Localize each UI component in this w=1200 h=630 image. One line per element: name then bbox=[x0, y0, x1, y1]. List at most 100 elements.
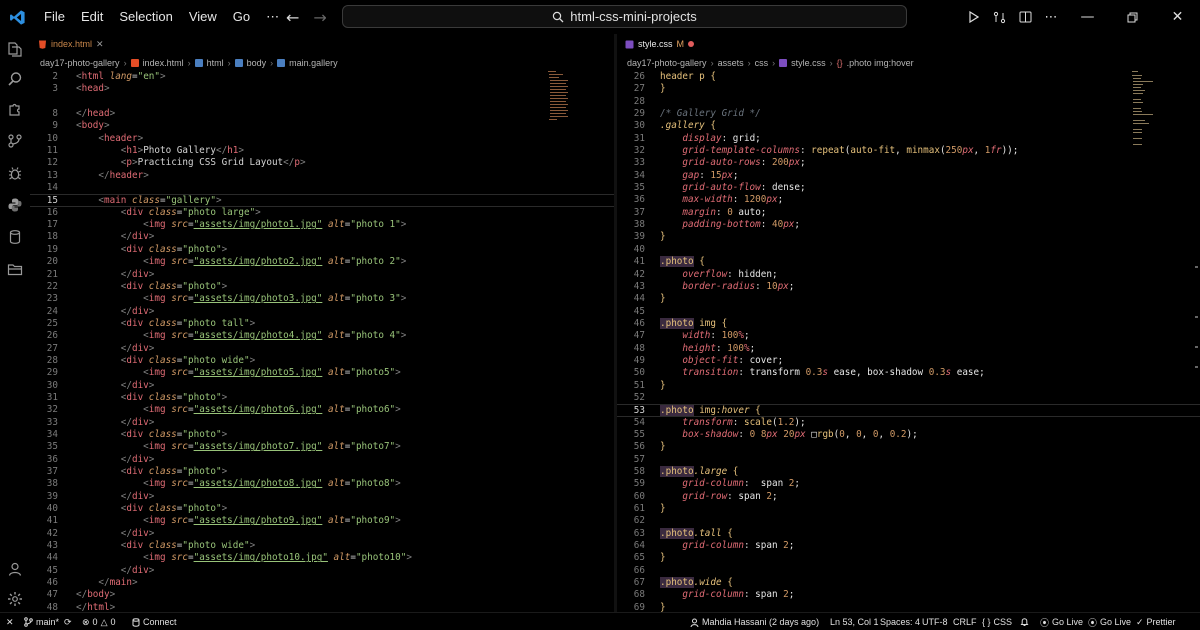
code-line[interactable]: 30 </div> bbox=[30, 380, 614, 392]
minimap[interactable] bbox=[1132, 71, 1154, 145]
forward-arrow-icon[interactable]: → bbox=[313, 8, 326, 27]
scrollbar[interactable] bbox=[1195, 366, 1198, 368]
prettier-button[interactable]: ✓ Prettier bbox=[1136, 613, 1176, 630]
go-live-server-button[interactable]: ⦿ Go Live bbox=[1088, 613, 1131, 630]
code-line[interactable]: 50 transition: transform 0.3s ease, box-… bbox=[617, 367, 1200, 379]
line-ending[interactable]: CRLF bbox=[953, 613, 977, 630]
code-line[interactable]: 35 <img src="assets/img/photo7.jpg" alt=… bbox=[30, 441, 614, 453]
code-line[interactable]: 40 <div class="photo"> bbox=[30, 503, 614, 515]
code-line[interactable]: 69} bbox=[617, 602, 1200, 612]
language-mode[interactable]: { } CSS bbox=[982, 613, 1012, 630]
code-line[interactable]: 14 bbox=[30, 182, 614, 194]
code-line[interactable]: 44} bbox=[617, 293, 1200, 305]
code-line[interactable]: 37 margin: 0 auto; bbox=[617, 207, 1200, 219]
code-area[interactable]: 26 header p {27} 28 29/* Gallery Grid */30.… bbox=[617, 71, 1200, 612]
code-line[interactable]: 39} bbox=[617, 231, 1200, 243]
code-line[interactable]: 22 <div class="photo"> bbox=[30, 281, 614, 293]
code-line[interactable]: 16 <div class="photo large"> bbox=[30, 207, 614, 219]
code-line[interactable]: 58 .photo.large { bbox=[617, 466, 1200, 478]
split-editor-icon[interactable] bbox=[1013, 0, 1037, 34]
code-line[interactable]: 53 .photo img:hover { bbox=[617, 404, 1200, 417]
code-line[interactable]: 27} bbox=[617, 83, 1200, 95]
scrollbar[interactable] bbox=[1195, 266, 1198, 268]
code-line[interactable]: 12 <p>Practicing CSS Grid Layout</p> bbox=[30, 157, 614, 169]
code-line[interactable]: 24 </div> bbox=[30, 306, 614, 318]
code-line[interactable]: 19 <div class="photo"> bbox=[30, 244, 614, 256]
menu-view[interactable]: View bbox=[181, 0, 225, 34]
code-line[interactable]: 33 </div> bbox=[30, 417, 614, 429]
menu-selection[interactable]: Selection bbox=[111, 0, 180, 34]
close-tab-icon[interactable]: ✕ bbox=[96, 39, 104, 50]
code-line[interactable]: 20 <img src="assets/img/photo2.jpg" alt=… bbox=[30, 256, 614, 268]
minimap[interactable] bbox=[548, 71, 570, 131]
breadcrumb-file[interactable]: style.css bbox=[791, 58, 826, 68]
code-line[interactable]: 10 <header> bbox=[30, 133, 614, 145]
scrollbar[interactable] bbox=[1195, 346, 1198, 348]
code-line[interactable]: 13 </header> bbox=[30, 170, 614, 182]
code-line[interactable]: 28 <div class="photo wide"> bbox=[30, 355, 614, 367]
code-line[interactable]: 41 <img src="assets/img/photo9.jpg" alt=… bbox=[30, 515, 614, 527]
unsaved-dot-icon[interactable] bbox=[688, 41, 695, 47]
code-line[interactable]: 21 </div> bbox=[30, 269, 614, 281]
breadcrumb-main[interactable]: main.gallery bbox=[289, 58, 338, 68]
code-line[interactable]: 32 <img src="assets/img/photo6.jpg" alt=… bbox=[30, 404, 614, 416]
code-line[interactable]: 57 bbox=[617, 454, 1200, 466]
indentation[interactable]: Spaces: 4 bbox=[880, 613, 920, 630]
close-window-icon[interactable]: ✕ bbox=[1155, 0, 1200, 34]
code-line[interactable]: 27 </div> bbox=[30, 343, 614, 355]
code-line[interactable]: 67 .photo.wide { bbox=[617, 577, 1200, 589]
menu-go[interactable]: Go bbox=[225, 0, 258, 34]
code-line[interactable]: 11 <h1>Photo Gallery</h1> bbox=[30, 145, 614, 157]
code-line[interactable]: 45 </div> bbox=[30, 565, 614, 577]
code-line[interactable]: 35 grid-auto-flow: dense; bbox=[617, 182, 1200, 194]
git-branch[interactable]: main* bbox=[24, 613, 59, 630]
code-line[interactable]: 15 <main class="gallery"> bbox=[30, 194, 614, 207]
code-line[interactable]: 30 .gallery { bbox=[617, 120, 1200, 132]
code-line[interactable]: 47 width: 100%; bbox=[617, 330, 1200, 342]
code-line[interactable]: 38 padding-bottom: 40px; bbox=[617, 219, 1200, 231]
code-line[interactable]: 51} bbox=[617, 380, 1200, 392]
breadcrumb-folder[interactable]: day17-photo-gallery bbox=[627, 58, 707, 68]
breadcrumb-html[interactable]: html bbox=[207, 58, 224, 68]
code-line[interactable]: 48 height: 100%; bbox=[617, 343, 1200, 355]
more-menu-icon[interactable]: ⋯ bbox=[258, 0, 287, 34]
code-line[interactable]: 25 <div class="photo tall"> bbox=[30, 318, 614, 330]
code-line[interactable]: 66 bbox=[617, 565, 1200, 577]
code-line[interactable]: 41 .photo { bbox=[617, 256, 1200, 268]
code-line[interactable]: 52 bbox=[617, 392, 1200, 404]
code-line[interactable]: 36 </div> bbox=[30, 454, 614, 466]
problems-indicator[interactable]: ⊗ 0 △ 0 bbox=[82, 613, 116, 630]
code-line[interactable]: 68 grid-column: span 2; bbox=[617, 589, 1200, 601]
breadcrumb-body[interactable]: body bbox=[247, 58, 267, 68]
code-area[interactable]: 2 <html lang="en"> 3 <head> 8 </head> 9 <body>… bbox=[30, 71, 614, 612]
code-line[interactable]: 37 <div class="photo"> bbox=[30, 466, 614, 478]
tab-style-css[interactable]: style.css M bbox=[617, 34, 702, 54]
explorer-icon[interactable] bbox=[0, 36, 30, 62]
code-line[interactable]: 45 bbox=[617, 306, 1200, 318]
breadcrumb-selector[interactable]: .photo img:hover bbox=[847, 58, 914, 68]
code-line[interactable]: 31 <div class="photo"> bbox=[30, 392, 614, 404]
code-line[interactable]: 46 .photo img { bbox=[617, 317, 1200, 330]
code-line[interactable]: 54 transform: scale(1.2); bbox=[617, 417, 1200, 429]
code-line[interactable]: 43 border-radius: 10px; bbox=[617, 281, 1200, 293]
code-line[interactable]: 60 grid-row: span 2; bbox=[617, 491, 1200, 503]
code-line[interactable]: 9 <body> bbox=[30, 120, 614, 132]
restore-icon[interactable] bbox=[1110, 0, 1155, 34]
code-line[interactable]: 47 </body> bbox=[30, 589, 614, 601]
minimize-icon[interactable]: — bbox=[1065, 0, 1110, 34]
command-center-search[interactable]: html-css-mini-projects bbox=[342, 5, 907, 28]
code-line[interactable]: 59 grid-column: span 2; bbox=[617, 478, 1200, 490]
run-debug-bug-icon[interactable] bbox=[0, 160, 30, 186]
code-line[interactable]: 64 grid-column: span 2; bbox=[617, 540, 1200, 552]
code-line[interactable]: 23 <img src="assets/img/photo3.jpg" alt=… bbox=[30, 293, 614, 305]
code-line[interactable]: 32 grid-template-columns: repeat(auto-fi… bbox=[617, 145, 1200, 157]
code-line[interactable]: 3 <head> bbox=[30, 83, 614, 95]
run-icon[interactable] bbox=[961, 0, 985, 34]
search-sidebar-icon[interactable] bbox=[0, 66, 30, 92]
code-line[interactable]: 49 object-fit: cover; bbox=[617, 355, 1200, 367]
settings-gear-icon[interactable] bbox=[0, 586, 30, 612]
code-line[interactable]: 34 <div class="photo"> bbox=[30, 429, 614, 441]
breadcrumb-folder[interactable]: day17-photo-gallery bbox=[40, 58, 120, 68]
code-line[interactable]: 61} bbox=[617, 503, 1200, 515]
git-blame[interactable]: Mahdia Hassani (2 days ago) bbox=[690, 613, 819, 630]
